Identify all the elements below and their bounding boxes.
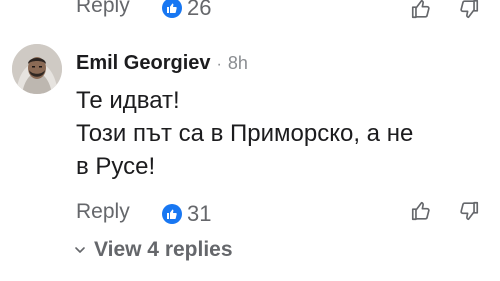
comment-line: в Русе! [76, 153, 156, 180]
separator-dot: · [216, 56, 222, 73]
previous-comment-actions: Reply 26 [0, 0, 500, 24]
view-replies-label: View 4 replies [94, 238, 233, 261]
thumbs-down-outline-icon[interactable] [458, 0, 482, 22]
comment-header: Emil Georgiev · 8h [76, 52, 248, 75]
comment-line: Те идват! [76, 87, 180, 114]
thumbs-up-outline-icon[interactable] [410, 0, 434, 22]
comment-body: Те идват! Този път са в Приморско, а не … [76, 84, 496, 183]
comment-line: Този път са в Приморско, а не [76, 120, 414, 147]
view-replies-button[interactable]: View 4 replies [74, 238, 233, 262]
like-count: 26 [187, 0, 212, 20]
avatar[interactable] [12, 44, 62, 94]
comment-timestamp[interactable]: 8h [228, 53, 248, 74]
reply-button[interactable]: Reply [76, 200, 130, 224]
like-reaction[interactable]: 31 [162, 201, 211, 227]
like-count: 31 [187, 201, 212, 226]
thumbs-up-outline-icon[interactable] [410, 200, 434, 224]
thumbs-up-icon [162, 204, 182, 224]
thumbs-down-outline-icon[interactable] [458, 200, 482, 224]
author-name[interactable]: Emil Georgiev [76, 52, 211, 75]
chevron-down-icon [74, 238, 86, 262]
like-reaction[interactable]: 26 [162, 0, 211, 21]
thumbs-up-icon [162, 0, 182, 18]
reply-button[interactable]: Reply [76, 0, 130, 18]
